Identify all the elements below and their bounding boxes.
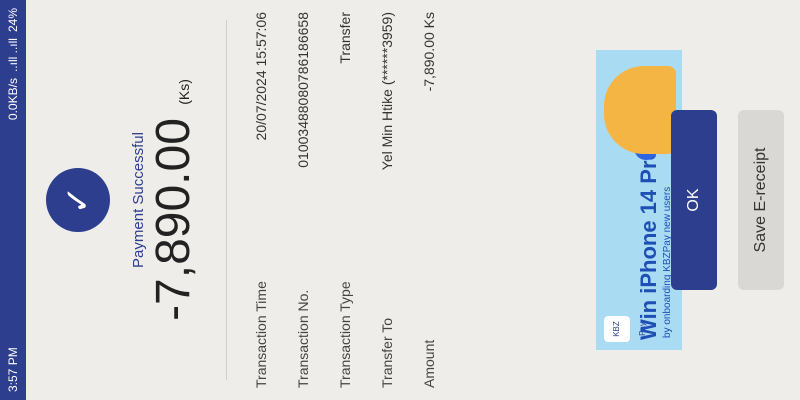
status-time: 3:57 PM <box>6 347 20 392</box>
row-label: Amount <box>421 339 437 388</box>
detail-row-transaction-time: Transaction Time 20/07/2024 15:57:06 <box>241 12 281 388</box>
battery-icon: 24% <box>6 8 20 33</box>
network-speed: 0.0KB/s <box>6 78 20 121</box>
amount-value: -7,890.00 <box>147 118 200 321</box>
detail-row-amount: Amount -7,890.00 Ks <box>409 12 449 388</box>
kbzpay-logo: KBZ Pay <box>604 316 647 342</box>
divider <box>226 20 227 380</box>
screen: 3:57 PM 0.0KB/s ..ıll ..ıll 24% ✓ Paymen… <box>0 0 800 400</box>
status-bar: 3:57 PM 0.0KB/s ..ıll ..ıll 24% <box>0 0 26 400</box>
payment-status-title: Payment Successful <box>130 132 147 268</box>
ok-button[interactable]: OK <box>671 110 717 290</box>
payment-amount: -7,890.00 (Ks) <box>146 0 201 400</box>
row-value: Transfer <box>337 12 353 64</box>
currency-unit: (Ks) <box>176 79 192 105</box>
save-e-receipt-button[interactable]: Save E-receipt <box>738 110 784 290</box>
row-value: -7,890.00 Ks <box>421 12 437 92</box>
row-value: 20/07/2024 15:57:06 <box>253 12 269 141</box>
detail-row-transaction-type: Transaction Type Transfer <box>325 12 365 388</box>
detail-row-transaction-no: Transaction No. 01003488080786186658 <box>283 12 323 388</box>
row-label: Transaction No. <box>295 289 311 388</box>
receipt-card: ✓ Payment Successful -7,890.00 (Ks) Tran… <box>26 0 800 400</box>
banner-title: Win iPhone 14 Pro <box>636 147 661 340</box>
detail-row-transfer-to: Transfer To Yel Min Htike (******3959) <box>367 12 407 388</box>
signal-icon: ..ıll ..ıll <box>6 38 20 73</box>
check-icon: ✓ <box>46 168 110 232</box>
row-value: 01003488080786186658 <box>295 12 311 168</box>
phone-view: 3:57 PM 0.0KB/s ..ıll ..ıll 24% ✓ Paymen… <box>0 0 800 400</box>
row-value: Yel Min Htike (******3959) <box>379 12 395 171</box>
row-label: Transfer To <box>379 317 395 388</box>
row-label: Transaction Type <box>337 281 353 388</box>
promo-banner[interactable]: KBZ Pay Win iPhone 14 Pro by onboarding … <box>596 50 682 350</box>
person-illustration <box>604 66 676 154</box>
row-label: Transaction Time <box>253 281 269 388</box>
